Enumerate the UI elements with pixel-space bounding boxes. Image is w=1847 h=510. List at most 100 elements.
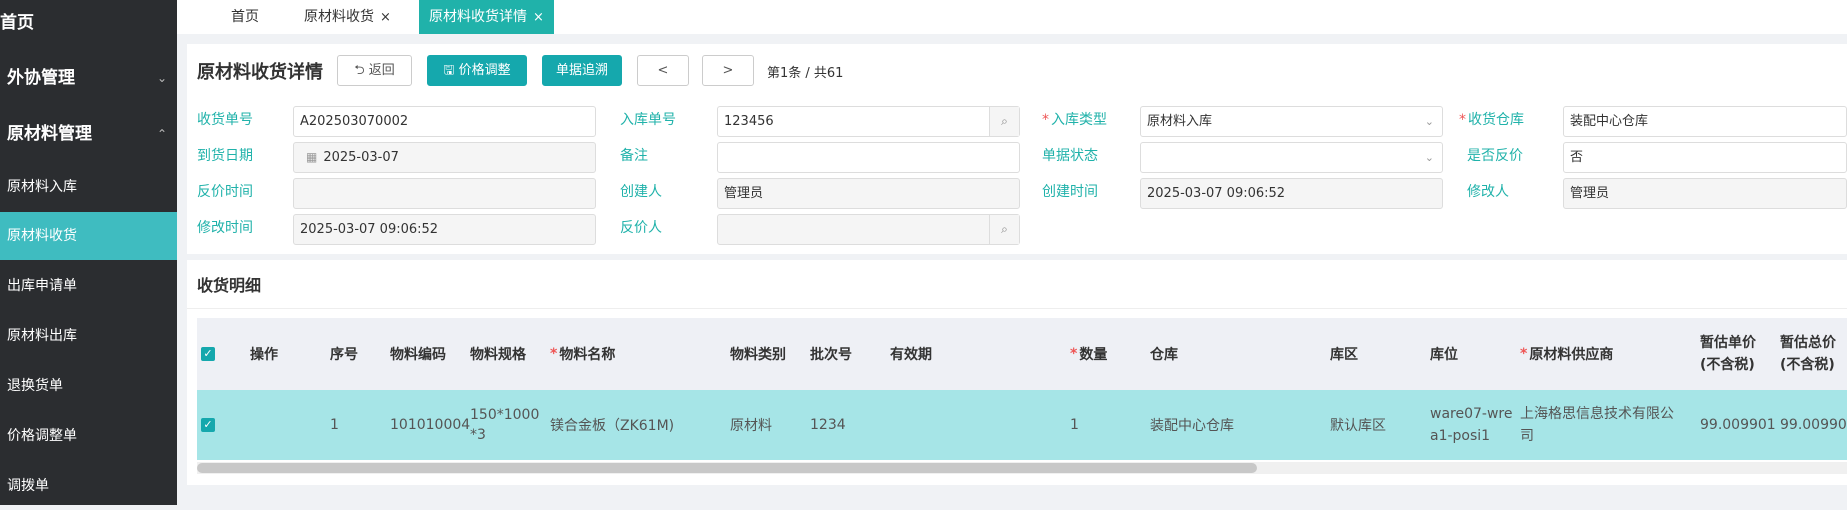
- col-total-price: 暂估总价 (不含税): [1780, 335, 1836, 373]
- pager-text: 第1条 / 共61: [767, 66, 844, 81]
- sidebar-item-label: 出库申请单: [7, 278, 77, 294]
- cell-name: 镁合金板（ZK61M): [550, 418, 675, 434]
- col-name: * 物料名称: [550, 318, 615, 390]
- sidebar-item-raw-inbound[interactable]: 原材料入库: [0, 163, 177, 211]
- create-time-field[interactable]: 2025-03-07 09:06:52: [1140, 178, 1443, 209]
- calendar-icon: ▦: [306, 150, 318, 164]
- modifier-label: 修改人: [1467, 184, 1509, 200]
- sidebar: 首页 外协管理 ⌄ 原材料管理 ⌃ 原材料入库 原材料收货 出库申请单 原材料出…: [0, 0, 177, 505]
- prev-button[interactable]: <: [637, 55, 689, 86]
- warehouse-field[interactable]: 装配中心仓库: [1563, 106, 1847, 137]
- divider: [187, 308, 1847, 309]
- horizontal-scrollbar[interactable]: [197, 462, 1847, 474]
- cell-qty: 1: [1070, 417, 1079, 433]
- sidebar-item-label: 退换货单: [7, 378, 63, 394]
- required-mark: *: [1459, 112, 1466, 128]
- cell-supplier: 上海格思信息技术有限公司: [1520, 406, 1674, 444]
- cell-category: 原材料: [730, 418, 772, 434]
- cell-spec: 150*1000*3: [470, 407, 540, 443]
- col-supplier-label: 原材料供应商: [1529, 347, 1614, 363]
- sidebar-item-label: 首页: [0, 13, 34, 33]
- sidebar-item-raw-material[interactable]: 原材料管理 ⌃: [0, 114, 177, 154]
- sidebar-item-label: 原材料收货: [7, 228, 77, 244]
- inbound-type-select[interactable]: 原材料入库 ⌄: [1140, 106, 1443, 137]
- save-icon: 🖫: [443, 63, 455, 78]
- warehouse-value: 装配中心仓库: [1570, 114, 1649, 129]
- tab-label: 原材料收货: [304, 9, 374, 25]
- creator-field[interactable]: 管理员: [717, 178, 1020, 209]
- remark-field[interactable]: [717, 142, 1020, 173]
- undo-icon: ⮌: [354, 63, 365, 78]
- check-icon: ✓: [201, 418, 215, 432]
- sidebar-item-price-adjust[interactable]: 价格调整单: [0, 412, 177, 460]
- close-icon[interactable]: ×: [533, 10, 544, 25]
- reverse-time-field[interactable]: [293, 178, 596, 209]
- sidebar-item-label: 外协管理: [7, 68, 75, 88]
- price-adjust-button[interactable]: 🖫 价格调整: [427, 55, 527, 86]
- doc-status-select[interactable]: ⌄: [1140, 142, 1443, 173]
- inbound-no-label: 入库单号: [620, 112, 676, 128]
- tab-home[interactable]: 首页: [231, 0, 259, 34]
- col-location: 库位: [1430, 347, 1458, 363]
- price-adjust-label: 价格调整: [458, 63, 511, 78]
- close-icon[interactable]: ×: [380, 10, 391, 25]
- chevron-down-icon: ⌄: [157, 71, 168, 85]
- sidebar-item-outsourcing[interactable]: 外协管理 ⌄: [0, 58, 177, 98]
- sidebar-item-label: 价格调整单: [7, 428, 77, 444]
- modify-time-field[interactable]: 2025-03-07 09:06:52: [293, 214, 596, 245]
- reverser-field[interactable]: ⌕: [717, 214, 1020, 245]
- receipt-no-field[interactable]: A202503070002: [293, 106, 596, 137]
- col-code: 物料编码: [390, 347, 446, 363]
- col-qty: * 数量: [1070, 318, 1107, 390]
- select-all-checkbox[interactable]: ✓: [201, 318, 215, 390]
- remark-label: 备注: [620, 148, 648, 164]
- cell-total-price: 99.00990: [1780, 417, 1847, 433]
- chevron-right-icon: >: [722, 63, 734, 78]
- tab-label: 首页: [231, 9, 259, 25]
- sidebar-item-outbound-request[interactable]: 出库申请单: [0, 262, 177, 310]
- tab-raw-receipt[interactable]: 原材料收货 ×: [304, 0, 391, 34]
- cell-unit-price: 99.009901: [1700, 417, 1776, 433]
- sidebar-item-label: 调拨单: [7, 478, 49, 494]
- inbound-no-field[interactable]: 123456 ⌕: [717, 106, 1020, 137]
- warehouse-label-text: 收货仓库: [1468, 112, 1524, 128]
- arrival-date-field[interactable]: ▦ 2025-03-07: [293, 142, 596, 173]
- sidebar-item-transfer[interactable]: 调拨单: [0, 462, 177, 510]
- trace-button[interactable]: 单据追溯: [542, 55, 622, 86]
- back-label: 返回: [368, 63, 395, 78]
- reverse-field[interactable]: 否: [1563, 142, 1847, 173]
- table-row[interactable]: ✓ 1 101010004 150*1000*3 镁合金板（ZK61M) 原材料…: [197, 390, 1847, 460]
- table-header: ✓ 操作 序号 物料编码 物料规格 * 物料名称 物料类别 批次号 有效期 * 数量…: [197, 318, 1847, 390]
- tab-bar: 首页 原材料收货 × 原材料收货详情 ×: [177, 0, 1847, 34]
- back-button[interactable]: ⮌ 返回: [337, 55, 412, 86]
- form-panel: 原材料收货详情 ⮌ 返回 🖫 价格调整 单据追溯 < > 第1条 / 共61 收…: [187, 44, 1847, 254]
- col-batch: 批次号: [810, 347, 852, 363]
- tab-raw-receipt-detail[interactable]: 原材料收货详情 ×: [419, 0, 554, 34]
- sidebar-item-label: 原材料入库: [7, 179, 77, 195]
- next-button[interactable]: >: [702, 55, 754, 86]
- modifier-field[interactable]: 管理员: [1563, 178, 1847, 209]
- required-mark: *: [1070, 346, 1078, 362]
- sidebar-item-raw-receipt[interactable]: 原材料收货: [0, 212, 177, 260]
- chevron-left-icon: <: [657, 63, 669, 78]
- search-icon[interactable]: ⌕: [989, 215, 1019, 244]
- col-spec: 物料规格: [470, 347, 526, 363]
- section-title: 收货明细: [197, 276, 262, 295]
- sidebar-item-return[interactable]: 退换货单: [0, 362, 177, 410]
- sidebar-item-raw-outbound[interactable]: 原材料出库: [0, 312, 177, 360]
- row-checkbox[interactable]: ✓: [201, 390, 215, 460]
- arrival-date-value: 2025-03-07: [323, 150, 399, 165]
- col-seq: 序号: [330, 347, 358, 363]
- doc-status-label: 单据状态: [1042, 148, 1098, 164]
- required-mark: *: [1520, 346, 1528, 362]
- scrollbar-thumb[interactable]: [197, 463, 1257, 473]
- required-mark: *: [1042, 112, 1049, 128]
- search-icon[interactable]: ⌕: [989, 107, 1019, 136]
- cell-seq: 1: [330, 417, 339, 433]
- create-time-label: 创建时间: [1042, 184, 1098, 200]
- sidebar-item-home[interactable]: 首页: [0, 3, 34, 43]
- col-action: 操作: [250, 347, 278, 363]
- reverse-time-label: 反价时间: [197, 184, 253, 200]
- tab-label: 原材料收货详情: [429, 9, 527, 25]
- inbound-no-value: 123456: [724, 114, 774, 129]
